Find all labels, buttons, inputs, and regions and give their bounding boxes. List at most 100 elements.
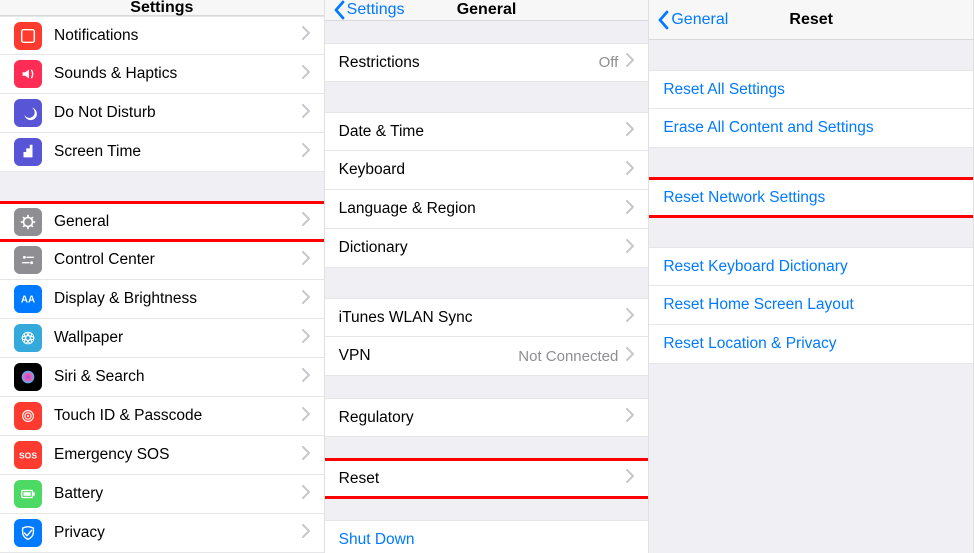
row-label: Keyboard [339, 161, 627, 179]
chevron-left-icon [657, 10, 669, 30]
row-label: General [54, 213, 302, 231]
battery-icon [14, 480, 42, 508]
chevron-right-icon [626, 122, 634, 141]
row-label: Reset Location & Privacy [663, 335, 959, 353]
chevron-right-icon [302, 329, 310, 348]
general-panel: Settings General RestrictionsOffDate & T… [325, 0, 650, 553]
settings-row-wallpaper[interactable]: Wallpaper [0, 319, 324, 358]
navbar-reset: General Reset [649, 0, 973, 40]
wallpaper-icon [14, 324, 42, 352]
row-label: Sounds & Haptics [54, 65, 302, 83]
sos-icon: SOS [14, 441, 42, 469]
settings-row-battery[interactable]: Battery [0, 475, 324, 514]
row-label: Emergency SOS [54, 446, 302, 464]
sounds-icon [14, 60, 42, 88]
row-restrictions[interactable]: RestrictionsOff [325, 43, 649, 82]
row-label: Privacy [54, 524, 302, 542]
chevron-right-icon [302, 26, 310, 45]
row-reset-location-privacy[interactable]: Reset Location & Privacy [649, 325, 973, 364]
chevron-right-icon [302, 251, 310, 270]
row-reset-keyboard-dictionary[interactable]: Reset Keyboard Dictionary [649, 247, 973, 286]
row-dictionary[interactable]: Dictionary [325, 229, 649, 268]
settings-row-control[interactable]: Control Center [0, 241, 324, 280]
row-label: Battery [54, 485, 302, 503]
row-shut-down[interactable]: Shut Down [325, 520, 649, 553]
settings-row-display[interactable]: AA Display & Brightness [0, 280, 324, 319]
row-label: Reset Home Screen Layout [663, 296, 959, 314]
touchid-icon [14, 402, 42, 430]
chevron-left-icon [333, 0, 345, 20]
settings-row-sounds[interactable]: Sounds & Haptics [0, 55, 324, 94]
row-label: Reset Network Settings [663, 189, 959, 207]
chevron-right-icon [302, 407, 310, 426]
chevron-right-icon [626, 239, 634, 258]
chevron-right-icon [302, 290, 310, 309]
general-list: RestrictionsOff Date & Time Keyboard Langua… [325, 21, 649, 553]
svg-text:SOS: SOS [19, 451, 37, 461]
row-label: Dictionary [339, 239, 627, 257]
settings-row-sos[interactable]: SOS Emergency SOS [0, 436, 324, 475]
settings-row-touchid[interactable]: Touch ID & Passcode [0, 397, 324, 436]
row-regulatory[interactable]: Regulatory [325, 398, 649, 437]
row-label: Reset All Settings [663, 81, 959, 99]
chevron-right-icon [626, 469, 634, 488]
settings-row-privacy[interactable]: Privacy [0, 514, 324, 553]
chevron-right-icon [302, 446, 310, 465]
row-itunes-wlan-sync[interactable]: iTunes WLAN Sync [325, 298, 649, 337]
siri-icon [14, 363, 42, 391]
row-label: Do Not Disturb [54, 104, 302, 122]
row-label: Erase All Content and Settings [663, 119, 959, 137]
row-vpn[interactable]: VPNNot Connected [325, 337, 649, 376]
row-value: Off [599, 54, 619, 71]
row-reset-all-settings[interactable]: Reset All Settings [649, 70, 973, 109]
row-label: Date & Time [339, 123, 627, 141]
settings-row-general[interactable]: General [0, 202, 324, 241]
back-label: General [671, 11, 728, 29]
chevron-right-icon [302, 485, 310, 504]
row-label: VPN [339, 347, 519, 365]
settings-row-screentime[interactable]: Screen Time [0, 133, 324, 172]
row-label: Wallpaper [54, 329, 302, 347]
page-title: Settings [0, 0, 324, 17]
chevron-right-icon [302, 368, 310, 387]
row-language-region[interactable]: Language & Region [325, 190, 649, 229]
dnd-icon [14, 99, 42, 127]
settings-row-siri[interactable]: Siri & Search [0, 358, 324, 397]
back-label: Settings [347, 1, 405, 19]
row-erase-all-content-and-settings[interactable]: Erase All Content and Settings [649, 109, 973, 148]
row-label: iTunes WLAN Sync [339, 309, 627, 327]
row-label: Shut Down [339, 531, 635, 549]
row-reset[interactable]: Reset [325, 459, 649, 498]
row-reset-network-settings[interactable]: Reset Network Settings [649, 178, 973, 217]
chevron-right-icon [302, 104, 310, 123]
chevron-right-icon [302, 143, 310, 162]
chevron-right-icon [626, 53, 634, 72]
row-label: Screen Time [54, 143, 302, 161]
row-label: Siri & Search [54, 368, 302, 386]
back-button-settings[interactable]: Settings [333, 0, 405, 20]
chevron-right-icon [302, 212, 310, 231]
row-keyboard[interactable]: Keyboard [325, 151, 649, 190]
settings-row-notifications[interactable]: Notifications [0, 16, 324, 55]
row-label: Touch ID & Passcode [54, 407, 302, 425]
chevron-right-icon [626, 200, 634, 219]
row-label: Language & Region [339, 200, 627, 218]
svg-text:AA: AA [21, 295, 35, 306]
navbar-settings: Settings [0, 0, 324, 16]
row-reset-home-screen-layout[interactable]: Reset Home Screen Layout [649, 286, 973, 325]
row-label: Regulatory [339, 409, 627, 427]
row-label: Control Center [54, 251, 302, 269]
row-date-time[interactable]: Date & Time [325, 112, 649, 151]
chevron-right-icon [626, 408, 634, 427]
general-icon [14, 208, 42, 236]
control-icon [14, 246, 42, 274]
settings-root-panel: Settings Notifications Sounds & Haptics Do… [0, 0, 325, 553]
row-label: Display & Brightness [54, 290, 302, 308]
settings-row-dnd[interactable]: Do Not Disturb [0, 94, 324, 133]
row-label: Reset Keyboard Dictionary [663, 258, 959, 276]
settings-list: Notifications Sounds & Haptics Do Not Dist… [0, 16, 324, 553]
chevron-right-icon [626, 308, 634, 327]
back-button-general[interactable]: General [657, 10, 728, 30]
chevron-right-icon [302, 524, 310, 543]
reset-panel: General Reset Reset All Settings Erase Al… [649, 0, 974, 553]
